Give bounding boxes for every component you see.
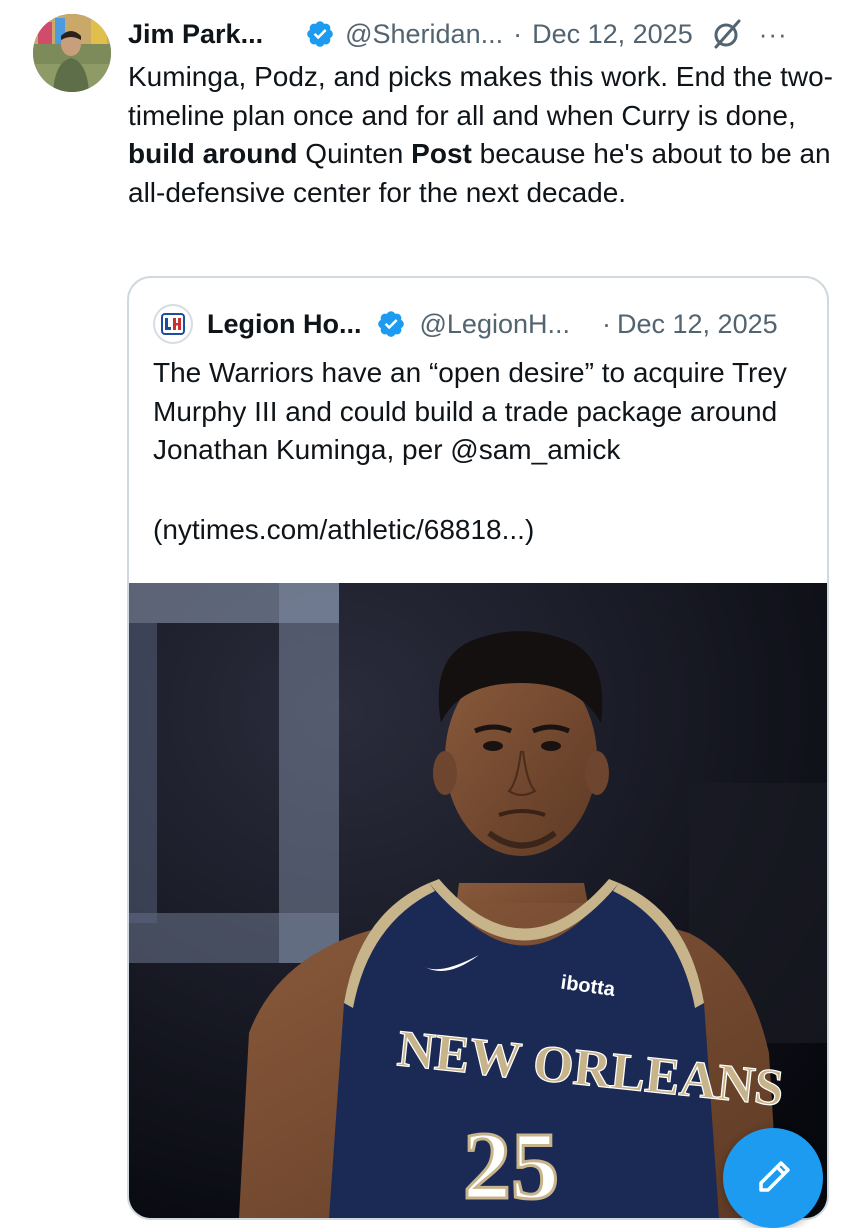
tweet-header: Jim Park... @Sheridan... · Dec 12, 2025 … <box>128 14 846 54</box>
tweet-text: Kuminga, Podz, and picks makes this work… <box>128 58 840 212</box>
compose-icon <box>759 1161 790 1192</box>
more-icon[interactable]: ··· <box>759 21 788 47</box>
tweet-text-part: Quinten <box>297 138 412 169</box>
quoted-author-name[interactable]: Legion Ho... <box>207 309 362 340</box>
author-avatar[interactable] <box>33 14 111 92</box>
quoted-tweet-card[interactable]: Legion Ho... @LegionH... · Dec 12, 2025 … <box>127 276 829 1220</box>
compose-button[interactable] <box>723 1128 823 1228</box>
grok-icon[interactable] <box>711 18 743 50</box>
separator-dot: · <box>513 18 523 49</box>
tweet-text-part: Kuminga, Podz, and picks makes this work… <box>128 61 833 131</box>
separator-dot: · <box>602 308 611 339</box>
author-avatar-photo <box>33 14 111 92</box>
author-handle[interactable]: @Sheridan... <box>345 19 503 50</box>
tweet-text-bold: build around <box>128 138 298 169</box>
quoted-author-handle[interactable]: @LegionH... <box>420 309 571 340</box>
tweet-text-bold: Post <box>411 138 472 169</box>
quoted-tweet-image[interactable]: ibotta NEW ORLEANS 25 <box>129 583 827 1218</box>
quoted-tweet-date[interactable]: Dec 12, 2025 <box>617 309 778 340</box>
author-name[interactable]: Jim Park... <box>128 19 263 50</box>
player-photo: ibotta NEW ORLEANS 25 <box>129 583 827 1218</box>
quoted-tweet-link[interactable]: (nytimes.com/athletic/68818...) <box>153 514 534 546</box>
quoted-tweet-text: The Warriors have an “open desire” to ac… <box>153 357 787 465</box>
verified-badge-icon <box>307 21 333 47</box>
legion-hoops-logo <box>161 313 185 335</box>
verified-badge-icon <box>377 311 404 337</box>
quoted-tweet-header: Legion Ho... @LegionH... · Dec 12, 2025 <box>153 304 807 344</box>
jersey-number: 25 <box>463 1112 559 1218</box>
tweet-date[interactable]: Dec 12, 2025 <box>532 19 693 50</box>
quoted-author-avatar[interactable] <box>153 304 193 344</box>
